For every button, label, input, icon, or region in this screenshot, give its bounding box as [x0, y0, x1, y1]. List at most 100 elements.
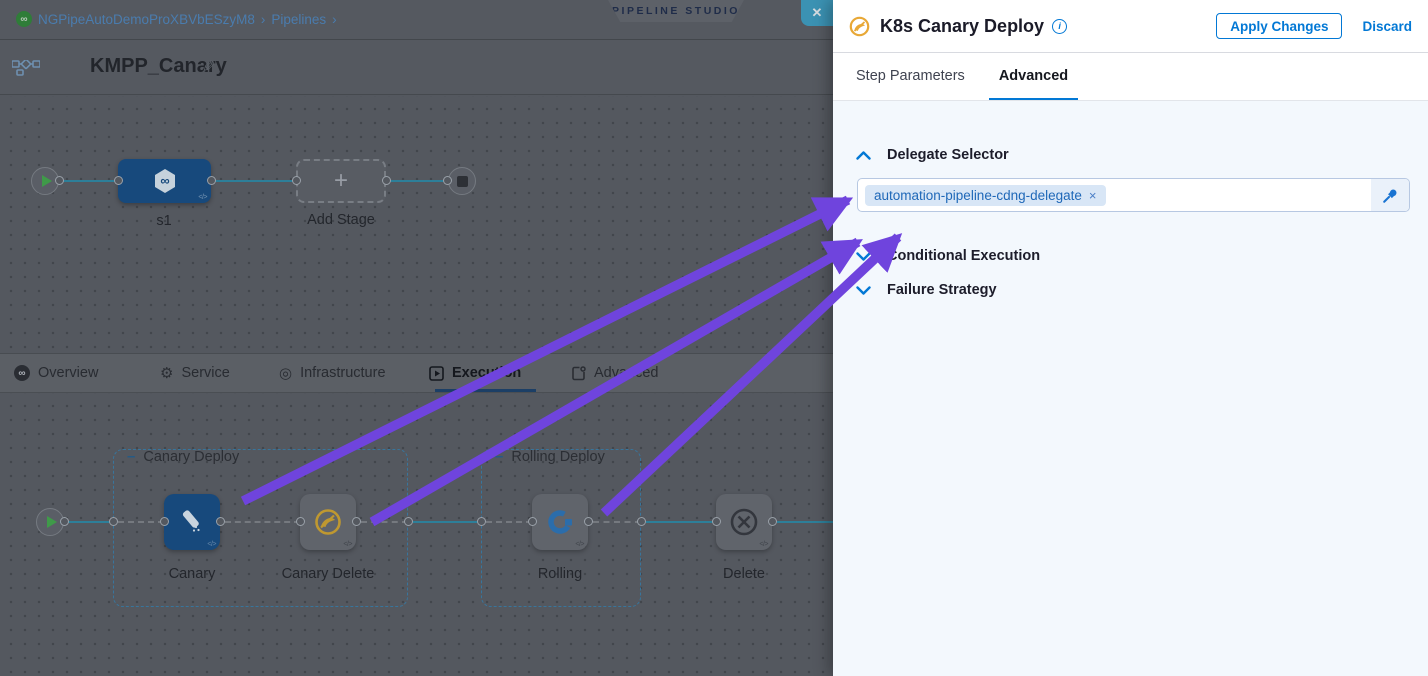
connector-port	[216, 517, 225, 526]
connector-port	[55, 176, 64, 185]
connector-port	[712, 517, 721, 526]
collapse-group-icon[interactable]: –	[495, 448, 503, 465]
pipeline-studio-badge: PIPELINE STUDIO	[608, 0, 744, 22]
deploy-stage-icon: ∞	[150, 166, 180, 196]
step-canary-delete[interactable]: </>	[300, 494, 356, 550]
pipeline-title-bar: KMPP_Canary ✎ VISUAL YAML	[0, 40, 833, 95]
pipeline-icon	[12, 60, 40, 76]
tab-infrastructure[interactable]: ◎ Infrastructure	[279, 354, 386, 392]
plus-icon: +	[334, 167, 348, 195]
step-rolling[interactable]: </>	[532, 494, 588, 550]
pipeline-studio-pane: ∞ NGPipeAutoDemoProXBVbESzyM8 › Pipeline…	[0, 0, 833, 676]
connector-port	[477, 517, 486, 526]
delegate-selector-input[interactable]: automation-pipeline-cdng-delegate ×	[857, 178, 1410, 212]
connector-port	[382, 176, 391, 185]
close-drawer-button[interactable]: ✕	[801, 0, 833, 26]
connector-port	[160, 517, 169, 526]
tab-label: Infrastructure	[300, 365, 385, 381]
chevron-up-icon	[856, 151, 871, 160]
tab-service[interactable]: ⚙ Service	[160, 354, 230, 392]
tab-label: Service	[181, 365, 229, 381]
collapse-group-icon[interactable]: –	[127, 448, 135, 465]
connector-port	[292, 176, 301, 185]
canary-deployment-icon	[177, 507, 207, 537]
play-icon	[47, 516, 57, 528]
connector-port	[207, 176, 216, 185]
stage-tab-strip: ∞ Overview ⚙ Service ◎ Infrastructure Ex…	[0, 353, 833, 393]
rolling-deployment-icon	[544, 506, 576, 538]
connector-port	[109, 517, 118, 526]
pin-button[interactable]	[1371, 179, 1409, 211]
tab-label: Execution	[452, 365, 521, 381]
step-label: Canary Delete	[282, 566, 375, 582]
panel-body: Delegate Selector automation-pipeline-cd…	[833, 101, 1428, 676]
step-group-canary-deploy[interactable]	[113, 449, 408, 607]
top-bar: ∞ NGPipeAutoDemoProXBVbESzyM8 › Pipeline…	[0, 0, 833, 40]
group-name: Rolling Deploy	[511, 449, 605, 465]
code-marker: </>	[207, 541, 216, 548]
code-marker: </>	[343, 541, 352, 548]
panel-tab-bar: Step Parameters Advanced	[833, 53, 1428, 101]
active-tab-underline	[435, 389, 536, 392]
pin-icon	[1382, 187, 1399, 204]
panel-actions: Apply Changes Discard	[1216, 13, 1412, 39]
group-label-canary-deploy: – Canary Deploy	[127, 448, 239, 465]
section-conditional-execution[interactable]: Conditional Execution	[856, 248, 1040, 264]
remove-tag-icon[interactable]: ×	[1089, 188, 1097, 203]
execution-icon	[429, 366, 444, 381]
chevron-down-icon	[856, 286, 871, 295]
connector-port	[443, 176, 452, 185]
add-stage-label: Add Stage	[307, 212, 375, 228]
k8s-canary-icon	[849, 16, 870, 37]
connector-port	[404, 517, 413, 526]
stage-node-s1[interactable]: ∞ </>	[118, 159, 211, 203]
connector-port	[637, 517, 646, 526]
stage-label: s1	[156, 213, 171, 229]
tab-overview[interactable]: ∞ Overview	[14, 354, 98, 392]
step-label: Rolling	[538, 566, 582, 582]
connector-port	[584, 517, 593, 526]
connector-port	[296, 517, 305, 526]
tab-step-parameters[interactable]: Step Parameters	[846, 53, 975, 100]
breadcrumb-pipelines-link[interactable]: Pipelines	[271, 12, 326, 27]
step-delete[interactable]: </>	[716, 494, 772, 550]
connector	[118, 521, 164, 523]
connector-port	[768, 517, 777, 526]
step-label: Delete	[723, 566, 765, 582]
tab-advanced[interactable]: Advanced	[571, 354, 659, 392]
connector-port	[352, 517, 361, 526]
connector	[486, 521, 532, 523]
group-label-rolling-deploy: – Rolling Deploy	[495, 448, 605, 465]
tab-execution[interactable]: Execution	[429, 354, 521, 392]
group-name: Canary Deploy	[143, 449, 239, 465]
connector-port	[114, 176, 123, 185]
info-icon[interactable]: i	[1052, 19, 1067, 34]
advanced-icon	[571, 366, 586, 381]
edit-pipeline-icon[interactable]: ✎	[202, 57, 215, 77]
code-marker: </>	[759, 541, 768, 548]
apply-changes-button[interactable]: Apply Changes	[1216, 13, 1342, 39]
breadcrumb: ∞ NGPipeAutoDemoProXBVbESzyM8 › Pipeline…	[16, 11, 337, 27]
step-canary[interactable]: </>	[164, 494, 220, 550]
connector-port	[60, 517, 69, 526]
connector	[593, 521, 641, 523]
project-icon: ∞	[16, 11, 32, 27]
section-label: Conditional Execution	[887, 248, 1040, 264]
delegate-tag-text: automation-pipeline-cdng-delegate	[874, 188, 1082, 203]
add-stage-button[interactable]: +	[296, 159, 386, 203]
section-label: Delegate Selector	[887, 147, 1009, 163]
connector	[361, 521, 408, 523]
section-delegate-selector[interactable]: Delegate Selector	[856, 147, 1009, 163]
discard-button[interactable]: Discard	[1362, 19, 1412, 34]
connector	[413, 521, 481, 523]
service-gear-icon: ⚙	[160, 364, 173, 382]
pipeline-end-node	[448, 167, 476, 195]
section-failure-strategy[interactable]: Failure Strategy	[856, 282, 997, 298]
tab-advanced[interactable]: Advanced	[989, 53, 1078, 100]
connector	[646, 521, 716, 523]
chevron-down-icon	[856, 252, 871, 261]
section-label: Failure Strategy	[887, 282, 997, 298]
canary-delete-icon	[312, 506, 344, 538]
connector	[225, 521, 300, 523]
breadcrumb-project-link[interactable]: NGPipeAutoDemoProXBVbESzyM8	[38, 12, 255, 27]
